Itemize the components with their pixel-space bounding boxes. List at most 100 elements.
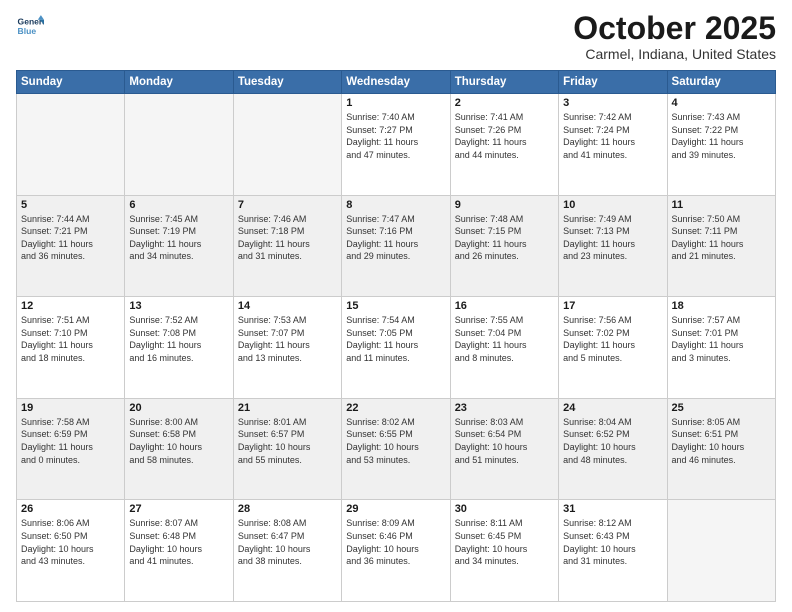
col-monday: Monday [125,71,233,94]
calendar-cell: 8 Sunrise: 7:47 AM Sunset: 7:16 PM Daylig… [342,195,450,297]
week-row-4: 26 Sunrise: 8:06 AM Sunset: 6:50 PM Dayli… [17,500,776,602]
day-info: Sunrise: 7:52 AM Sunset: 7:08 PM Dayligh… [129,314,228,364]
calendar-cell: 28 Sunrise: 8:08 AM Sunset: 6:47 PM Dayli… [233,500,341,602]
col-saturday: Saturday [667,71,775,94]
calendar-cell: 13 Sunrise: 7:52 AM Sunset: 7:08 PM Dayli… [125,297,233,399]
day-number: 12 [21,300,120,312]
day-info: Sunrise: 7:45 AM Sunset: 7:19 PM Dayligh… [129,213,228,263]
calendar-cell: 21 Sunrise: 8:01 AM Sunset: 6:57 PM Dayli… [233,398,341,500]
calendar-cell: 25 Sunrise: 8:05 AM Sunset: 6:51 PM Dayli… [667,398,775,500]
day-number: 18 [672,300,771,312]
day-info: Sunrise: 8:01 AM Sunset: 6:57 PM Dayligh… [238,416,337,466]
day-info: Sunrise: 7:41 AM Sunset: 7:26 PM Dayligh… [455,111,554,161]
calendar-cell: 14Sunrise: 7:53 AM Sunset: 7:07 PM Dayli… [233,297,341,399]
day-info: Sunrise: 8:12 AM Sunset: 6:43 PM Dayligh… [563,517,662,567]
day-number: 27 [129,503,228,515]
calendar-cell: 6 Sunrise: 7:45 AM Sunset: 7:19 PM Daylig… [125,195,233,297]
day-info: Sunrise: 8:08 AM Sunset: 6:47 PM Dayligh… [238,517,337,567]
day-number: 24 [563,402,662,414]
calendar-cell: 29 Sunrise: 8:09 AM Sunset: 6:46 PM Dayli… [342,500,450,602]
calendar-cell: 27 Sunrise: 8:07 AM Sunset: 6:48 PM Dayli… [125,500,233,602]
calendar-cell: 18 Sunrise: 7:57 AM Sunset: 7:01 PM Dayli… [667,297,775,399]
calendar-cell: 12 Sunrise: 7:51 AM Sunset: 7:10 PM Dayli… [17,297,125,399]
calendar-cell: 20Sunrise: 8:00 AM Sunset: 6:58 PM Dayli… [125,398,233,500]
logo-icon: General Blue [16,12,44,40]
calendar-cell [125,94,233,196]
day-info: Sunrise: 7:56 AM Sunset: 7:02 PM Dayligh… [563,314,662,364]
day-number: 15 [346,300,445,312]
day-number: 8 [346,199,445,211]
calendar-cell [667,500,775,602]
day-number: 14 [238,300,337,312]
calendar-cell: 16 Sunrise: 7:55 AM Sunset: 7:04 PM Dayli… [450,297,558,399]
calendar-cell: 2 Sunrise: 7:41 AM Sunset: 7:26 PM Daylig… [450,94,558,196]
day-info: Sunrise: 7:55 AM Sunset: 7:04 PM Dayligh… [455,314,554,364]
location: Carmel, Indiana, United States [573,46,776,62]
day-info: Sunrise: 8:05 AM Sunset: 6:51 PM Dayligh… [672,416,771,466]
day-number: 17 [563,300,662,312]
day-info: Sunrise: 7:43 AM Sunset: 7:22 PM Dayligh… [672,111,771,161]
day-number: 6 [129,199,228,211]
day-number: 4 [672,97,771,109]
day-info: Sunrise: 7:58 AM Sunset: 6:59 PM Dayligh… [21,416,120,466]
day-number: 16 [455,300,554,312]
calendar-cell: 15 Sunrise: 7:54 AM Sunset: 7:05 PM Dayli… [342,297,450,399]
day-number: 20 [129,402,228,414]
day-number: 23 [455,402,554,414]
day-info: Sunrise: 7:48 AM Sunset: 7:15 PM Dayligh… [455,213,554,263]
day-info: Sunrise: 8:02 AM Sunset: 6:55 PM Dayligh… [346,416,445,466]
day-info: Sunrise: 7:51 AM Sunset: 7:10 PM Dayligh… [21,314,120,364]
calendar-cell: 9 Sunrise: 7:48 AM Sunset: 7:15 PM Daylig… [450,195,558,297]
calendar: Sunday Monday Tuesday Wednesday Thursday… [16,70,776,602]
calendar-cell: 26 Sunrise: 8:06 AM Sunset: 6:50 PM Dayli… [17,500,125,602]
day-number: 25 [672,402,771,414]
calendar-cell: 17 Sunrise: 7:56 AM Sunset: 7:02 PM Dayli… [559,297,667,399]
calendar-cell: 11Sunrise: 7:50 AM Sunset: 7:11 PM Dayli… [667,195,775,297]
day-number: 13 [129,300,228,312]
week-row-2: 12 Sunrise: 7:51 AM Sunset: 7:10 PM Dayli… [17,297,776,399]
calendar-cell: 4 Sunrise: 7:43 AM Sunset: 7:22 PM Daylig… [667,94,775,196]
day-number: 30 [455,503,554,515]
day-info: Sunrise: 7:44 AM Sunset: 7:21 PM Dayligh… [21,213,120,263]
calendar-cell: 1Sunrise: 7:40 AM Sunset: 7:27 PM Daylig… [342,94,450,196]
day-info: Sunrise: 8:07 AM Sunset: 6:48 PM Dayligh… [129,517,228,567]
header-row: Sunday Monday Tuesday Wednesday Thursday… [17,71,776,94]
day-number: 29 [346,503,445,515]
day-info: Sunrise: 8:06 AM Sunset: 6:50 PM Dayligh… [21,517,120,567]
day-info: Sunrise: 8:09 AM Sunset: 6:46 PM Dayligh… [346,517,445,567]
logo: General Blue [16,12,44,40]
day-info: Sunrise: 7:46 AM Sunset: 7:18 PM Dayligh… [238,213,337,263]
day-number: 10 [563,199,662,211]
week-row-3: 19Sunrise: 7:58 AM Sunset: 6:59 PM Dayli… [17,398,776,500]
col-sunday: Sunday [17,71,125,94]
day-number: 2 [455,97,554,109]
day-number: 26 [21,503,120,515]
page: General Blue October 2025 Carmel, Indian… [0,0,792,612]
col-wednesday: Wednesday [342,71,450,94]
calendar-cell: 22 Sunrise: 8:02 AM Sunset: 6:55 PM Dayli… [342,398,450,500]
day-info: Sunrise: 8:11 AM Sunset: 6:45 PM Dayligh… [455,517,554,567]
day-info: Sunrise: 7:54 AM Sunset: 7:05 PM Dayligh… [346,314,445,364]
calendar-cell: 10Sunrise: 7:49 AM Sunset: 7:13 PM Dayli… [559,195,667,297]
day-info: Sunrise: 8:03 AM Sunset: 6:54 PM Dayligh… [455,416,554,466]
calendar-cell: 23 Sunrise: 8:03 AM Sunset: 6:54 PM Dayli… [450,398,558,500]
calendar-cell: 24 Sunrise: 8:04 AM Sunset: 6:52 PM Dayli… [559,398,667,500]
day-number: 21 [238,402,337,414]
day-info: Sunrise: 7:57 AM Sunset: 7:01 PM Dayligh… [672,314,771,364]
title-block: October 2025 Carmel, Indiana, United Sta… [573,12,776,62]
calendar-cell [17,94,125,196]
day-info: Sunrise: 7:47 AM Sunset: 7:16 PM Dayligh… [346,213,445,263]
day-info: Sunrise: 8:04 AM Sunset: 6:52 PM Dayligh… [563,416,662,466]
day-number: 9 [455,199,554,211]
header: General Blue October 2025 Carmel, Indian… [16,12,776,62]
calendar-cell: 7Sunrise: 7:46 AM Sunset: 7:18 PM Daylig… [233,195,341,297]
week-row-0: 1Sunrise: 7:40 AM Sunset: 7:27 PM Daylig… [17,94,776,196]
day-info: Sunrise: 7:40 AM Sunset: 7:27 PM Dayligh… [346,111,445,161]
calendar-cell [233,94,341,196]
day-number: 5 [21,199,120,211]
month-title: October 2025 [573,12,776,44]
day-info: Sunrise: 7:50 AM Sunset: 7:11 PM Dayligh… [672,213,771,263]
calendar-cell: 31Sunrise: 8:12 AM Sunset: 6:43 PM Dayli… [559,500,667,602]
day-number: 22 [346,402,445,414]
day-number: 28 [238,503,337,515]
